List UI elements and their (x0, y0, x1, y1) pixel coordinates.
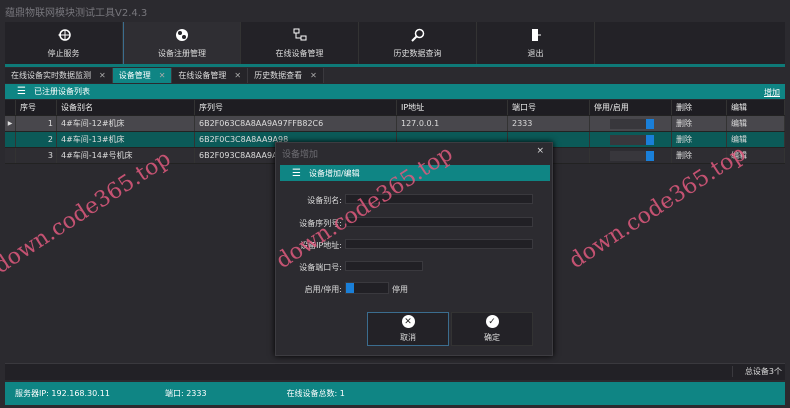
tab-label: 在线设备实时数据监测 (11, 71, 91, 80)
device-registration-button[interactable]: 设备注册管理 (123, 22, 241, 64)
toolbar-label: 退出 (527, 48, 544, 58)
column-header[interactable]: 序列号 (195, 100, 397, 115)
port-input[interactable] (345, 261, 423, 271)
tab-bar: 在线设备实时数据监测 ✕ 设备管理 ✕ 在线设备管理 ✕ 历史数据查看 ✕ (5, 68, 324, 83)
enable-toggle[interactable] (610, 118, 654, 129)
alias-input[interactable] (345, 194, 533, 204)
toolbar-label: 在线设备管理 (275, 48, 324, 58)
delete-link[interactable]: 删除 (672, 148, 727, 163)
list-header: ☰ 已注册设备列表 (5, 84, 785, 99)
ip-input[interactable] (345, 239, 533, 249)
close-icon[interactable]: ✕ (310, 71, 317, 80)
close-icon[interactable]: ✕ (159, 71, 166, 80)
online-device-button[interactable]: 在线设备管理 (241, 22, 359, 64)
column-header[interactable]: IP地址 (397, 100, 508, 115)
history-query-button[interactable]: 历史数据查询 (359, 22, 477, 64)
column-header[interactable]: 序号 (16, 100, 57, 115)
server-ip: 服务器IP: 192.168.30.11 (15, 389, 110, 398)
serial-input[interactable] (345, 217, 533, 227)
network-icon (293, 28, 306, 40)
cancel-icon: ✕ (401, 315, 415, 328)
close-icon[interactable]: ✕ (234, 71, 241, 80)
dialog-header-title: 设备增加/编辑 (308, 168, 360, 178)
close-icon[interactable]: × (536, 146, 544, 156)
server-port: 端口: 2333 (164, 389, 207, 398)
cell-serial: 6B2F063C8A8AA9A97FFB82C6 (195, 116, 397, 131)
button-label: 取消 (400, 333, 416, 342)
devices-icon (176, 28, 188, 41)
port-label: 设备端口号: (299, 263, 342, 272)
tab-history[interactable]: 历史数据查看 ✕ (248, 68, 324, 83)
toolbar-label: 停止服务 (47, 48, 80, 58)
status-bar: 服务器IP: 192.168.30.11 端口: 2333 在线设备总数: 1 (5, 382, 785, 405)
cell-name: 4#车间-12#机床 (57, 116, 195, 131)
tab-realtime-monitor[interactable]: 在线设备实时数据监测 ✕ (5, 68, 113, 83)
edit-link[interactable]: 编辑 (727, 116, 785, 131)
table-row[interactable]: ▶ 1 4#车间-12#机床 6B2F063C8A8AA9A97FFB82C6 … (5, 116, 785, 132)
ip-label: 设备IP地址: (300, 241, 342, 250)
row-selector-icon: ▶ (5, 116, 16, 131)
stop-service-button[interactable]: 停止服务 (5, 22, 123, 64)
enable-toggle[interactable] (610, 150, 654, 161)
list-title: 已注册设备列表 (33, 87, 90, 96)
cell-no: 1 (16, 116, 57, 131)
enable-toggle[interactable] (345, 282, 389, 294)
confirm-button[interactable]: ✓ 确定 (451, 312, 533, 346)
delete-link[interactable]: 删除 (672, 116, 727, 131)
cell-ip: 127.0.0.1 (397, 116, 508, 131)
column-header[interactable]: 设备别名 (57, 100, 195, 115)
toolbar: 停止服务 设备注册管理 在线设备管理 历史数据查询 退出 (5, 22, 785, 64)
check-icon: ✓ (485, 315, 499, 328)
toggle-state: 停用 (392, 285, 408, 294)
exit-icon (531, 28, 541, 41)
online-count: 在线设备总数: 1 (286, 389, 345, 398)
alias-label: 设备别名: (307, 196, 342, 205)
list-icon: ☰ (292, 167, 301, 179)
window-title: 蕴鼎物联网模块测试工具V2.4.3 (5, 8, 148, 19)
tab-device-management[interactable]: 设备管理 ✕ (112, 68, 173, 83)
cell-name: 4#车间-14#号机床 (57, 148, 195, 163)
add-link[interactable]: 增加 (764, 87, 780, 98)
globe-icon (57, 28, 71, 41)
table-header: 序号 设备别名 序列号 IP地址 端口号 停用/启用 删除 编辑 (5, 100, 785, 116)
tab-label: 历史数据查看 (254, 71, 303, 80)
close-icon[interactable]: ✕ (99, 71, 106, 80)
tab-label: 设备管理 (118, 71, 151, 80)
column-header[interactable]: 删除 (672, 100, 727, 115)
cell-name: 4#车间-13#机床 (57, 132, 195, 147)
button-label: 确定 (484, 333, 500, 342)
device-add-dialog: 设备增加 × ☰ 设备增加/编辑 设备别名: 设备序列号: 设备IP地址: 设备… (275, 142, 553, 356)
toggle-label: 启用/停用: (304, 285, 342, 294)
exit-button[interactable]: 退出 (477, 22, 595, 64)
search-icon (410, 28, 424, 42)
enable-toggle[interactable] (610, 134, 654, 145)
dialog-title: 设备增加 (282, 150, 319, 160)
watermark: down.code365.top (0, 146, 176, 279)
list-icon: ☰ (17, 86, 26, 97)
cancel-button[interactable]: ✕ 取消 (367, 312, 449, 346)
edit-link[interactable]: 编辑 (727, 132, 785, 147)
column-header[interactable]: 端口号 (508, 100, 590, 115)
cell-no: 3 (16, 148, 57, 163)
toolbar-label: 设备注册管理 (158, 48, 206, 58)
dialog-header: ☰ 设备增加/编辑 (280, 165, 550, 181)
toolbar-label: 历史数据查询 (393, 48, 442, 58)
column-header[interactable]: 停用/启用 (590, 100, 672, 115)
cell-no: 2 (16, 132, 57, 147)
serial-label: 设备序列号: (299, 219, 342, 228)
tab-online-devices[interactable]: 在线设备管理 ✕ (172, 68, 249, 83)
edit-link[interactable]: 编辑 (727, 148, 785, 163)
divider (5, 64, 785, 67)
total-devices: 总设备3个 (731, 366, 782, 377)
cell-port: 2333 (508, 116, 590, 131)
summary-row (5, 363, 785, 380)
tab-label: 在线设备管理 (178, 71, 227, 80)
delete-link[interactable]: 删除 (672, 132, 727, 147)
column-header[interactable]: 编辑 (727, 100, 785, 115)
